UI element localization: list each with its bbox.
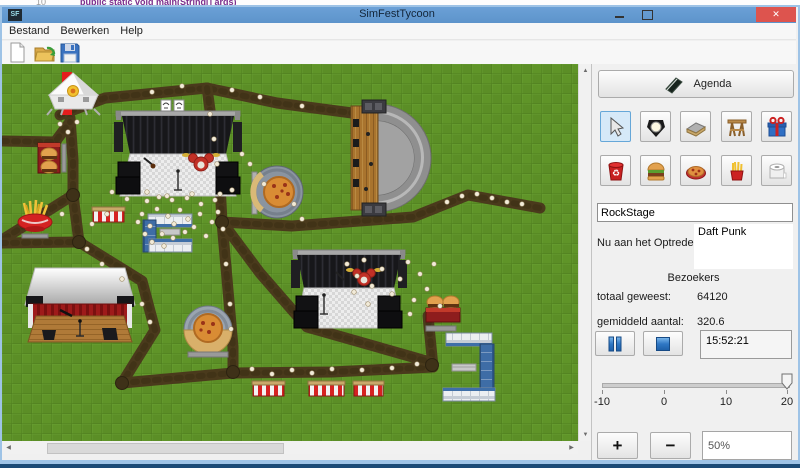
save-floppy-icon: [60, 42, 80, 63]
path-tile-icon: [685, 116, 707, 138]
market-stall-3[interactable]: [308, 381, 345, 396]
menu-help[interactable]: Help: [120, 25, 143, 37]
tool-fries-stand-button[interactable]: [721, 155, 752, 186]
toilet-roll-icon: [766, 160, 788, 182]
agenda-book-icon: [661, 74, 685, 94]
menu-bestand[interactable]: Bestand: [9, 25, 49, 37]
clock-display: 15:52:21: [700, 330, 792, 359]
agenda-button[interactable]: Agenda: [598, 70, 794, 98]
tool-select-button[interactable]: [600, 111, 631, 142]
market-stall-2[interactable]: [252, 381, 285, 396]
maximize-button[interactable]: [634, 7, 660, 22]
stage-truss: [116, 111, 240, 116]
scrollbar-thumb[interactable]: [47, 443, 284, 454]
burger-stand-2[interactable]: [426, 296, 460, 331]
slider-tick: [664, 390, 665, 394]
stage-scaffold-icon: [726, 116, 748, 138]
tool-burger-stand-button[interactable]: [640, 155, 671, 186]
stage-name-input[interactable]: [597, 203, 793, 222]
pause-icon: [607, 336, 623, 352]
slider-label-10: 10: [720, 396, 732, 408]
total-visitors-label: totaal geweest:: [597, 291, 671, 303]
now-playing-box[interactable]: Daft Punk: [694, 224, 793, 269]
market-stall-4[interactable]: [353, 381, 384, 396]
toolbar: [2, 41, 796, 64]
tool-stage-light-button[interactable]: [640, 111, 671, 142]
festival-map-canvas[interactable]: [2, 64, 578, 441]
tool-pizza-stand-button[interactable]: [680, 155, 711, 186]
tool-gift-shop-button[interactable]: [761, 111, 792, 142]
window-title: SimFestTycoon: [0, 8, 794, 20]
burger-stand[interactable]: [38, 143, 66, 173]
speed-slider-thumb[interactable]: [781, 373, 793, 396]
scroll-left-icon[interactable]: ◀: [2, 441, 15, 454]
slider-label-min: -10: [594, 396, 610, 408]
main-stage[interactable]: [114, 100, 242, 196]
stop-icon: [655, 336, 671, 352]
cursor-icon: [605, 116, 627, 138]
screen: 10 public static void main(String[] args…: [0, 0, 800, 468]
second-stage[interactable]: [291, 250, 407, 328]
open-folder-icon: [34, 42, 56, 63]
stage-curtain: [122, 116, 234, 154]
barn-stage[interactable]: [25, 268, 135, 342]
gift-icon: [766, 116, 788, 138]
speed-slider-track[interactable]: [602, 383, 790, 388]
plus-icon: +: [613, 436, 623, 456]
minus-icon: −: [666, 436, 676, 456]
tool-toilet-button[interactable]: [761, 155, 792, 186]
tool-trash-bin-button[interactable]: ♻: [600, 155, 631, 186]
pizza-icon: [685, 160, 707, 182]
new-file-icon: [9, 42, 27, 63]
average-visitors-label: gemiddeld aantal:: [597, 316, 684, 328]
stage-light-icon: [645, 116, 667, 138]
now-playing-label: Nu aan het Optreden:: [597, 237, 703, 249]
svg-text:♻: ♻: [611, 168, 619, 178]
close-icon: ✕: [772, 9, 780, 20]
tool-path-button[interactable]: [680, 111, 711, 142]
map-viewport: [2, 64, 578, 441]
bench: [22, 234, 48, 238]
pizza-stand[interactable]: [251, 166, 303, 218]
slider-label-0: 0: [661, 396, 667, 408]
bench: [426, 326, 456, 331]
average-visitors-value: 320.6: [697, 316, 725, 328]
slider-label-max: 20: [781, 396, 793, 408]
burger-icon: [645, 160, 667, 182]
map-horizontal-scrollbar[interactable]: ◀ ▶: [2, 441, 578, 454]
tool-scaffold-button[interactable]: [721, 111, 752, 142]
minimize-icon: [615, 16, 624, 18]
maximize-icon: [642, 10, 653, 20]
window-bottom-shadow: [0, 464, 800, 468]
agenda-label: Agenda: [694, 78, 732, 90]
pause-button[interactable]: [595, 331, 635, 356]
slider-tick: [602, 390, 603, 394]
slider-tick: [726, 390, 727, 394]
trash-bin-icon: ♻: [605, 160, 627, 182]
zoom-in-button[interactable]: +: [597, 432, 638, 459]
menu-bar: Bestand Bewerken Help: [2, 23, 796, 40]
total-visitors-value: 64120: [697, 291, 728, 303]
stop-button[interactable]: [643, 331, 683, 356]
menu-bewerken[interactable]: Bewerken: [60, 25, 109, 37]
close-button[interactable]: ✕: [756, 7, 796, 22]
map-vertical-scrollbar[interactable]: ▲ ▼: [578, 64, 591, 441]
minimize-button[interactable]: [606, 7, 632, 22]
zoom-level-input[interactable]: [702, 431, 792, 460]
fries-icon: [726, 160, 748, 182]
bench: [188, 352, 228, 357]
bench: [62, 144, 66, 172]
visitors-header: Bezoekers: [591, 272, 796, 284]
scroll-right-icon[interactable]: ▶: [565, 441, 578, 454]
zoom-out-button[interactable]: −: [650, 432, 691, 459]
now-playing-value: Daft Punk: [698, 226, 746, 238]
